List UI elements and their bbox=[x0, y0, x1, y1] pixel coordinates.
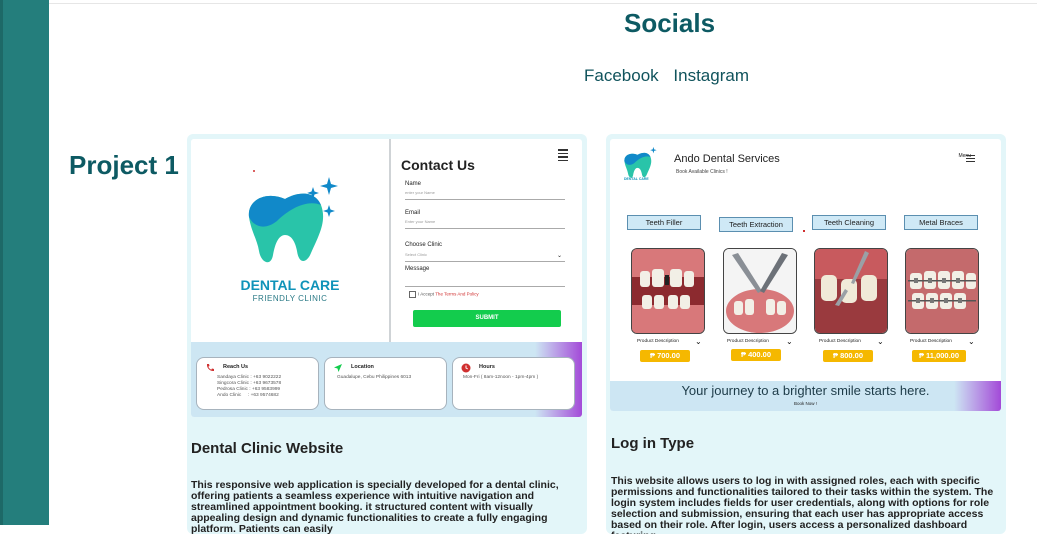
chevron-down-icon: ⌄ bbox=[557, 253, 563, 259]
side-band bbox=[0, 0, 49, 525]
teeth-extraction-image bbox=[723, 248, 797, 334]
dental-clinic-preview: DENTAL CARE FRIENDLY CLINIC Contact Us N… bbox=[191, 139, 582, 417]
price-badge: ₱ 800.00 bbox=[823, 350, 873, 362]
services-title: Ando Dental Services bbox=[674, 153, 780, 165]
brand-subtitle: FRIENDLY CLINIC bbox=[252, 294, 328, 303]
price-badge: ₱ 400.00 bbox=[731, 349, 781, 361]
dental-services-preview: DENTAL CARE Ando Dental Services Book Av… bbox=[610, 139, 1001, 411]
product-description: Product Description bbox=[637, 339, 679, 344]
reach-us-box: Reach Us Sandaya Clinic : +63 9022222 Si… bbox=[196, 357, 319, 410]
card-title: Log in Type bbox=[611, 435, 695, 452]
tab-teeth-extraction[interactable]: Teeth Extraction bbox=[719, 217, 793, 232]
red-dot bbox=[803, 230, 805, 232]
tab-teeth-filler[interactable]: Teeth Filler bbox=[627, 215, 701, 230]
instagram-link[interactable]: Instagram bbox=[673, 66, 749, 85]
price-badge: ₱ 700.00 bbox=[640, 350, 690, 362]
card-description: This website allows users to log in with… bbox=[611, 475, 994, 534]
facebook-link[interactable]: Facebook bbox=[584, 66, 659, 85]
phone-icon bbox=[206, 364, 214, 372]
promo-banner: Your journey to a brighter smile starts … bbox=[610, 381, 1001, 411]
name-field[interactable]: enter your Name bbox=[405, 190, 565, 200]
contact-form: Contact Us Name enter your Name Email En… bbox=[391, 139, 582, 342]
top-divider bbox=[49, 3, 1037, 4]
tab-metal-braces[interactable]: Metal Braces bbox=[904, 215, 978, 230]
location-title: Location bbox=[351, 364, 374, 370]
teeth-cleaning-image bbox=[814, 248, 888, 334]
product-description: Product Description bbox=[910, 339, 952, 344]
book-now-button[interactable]: Book Now ! bbox=[610, 401, 1001, 406]
reach-us-text: Sandaya Clinic : +63 9022222 Singcora Cl… bbox=[217, 375, 282, 398]
project-card-login-type[interactable]: DENTAL CARE Ando Dental Services Book Av… bbox=[606, 134, 1006, 534]
hours-text: Mon-Fri ( 8am-12noon - 1pm-4pm ) bbox=[463, 375, 539, 380]
brand-name: DENTAL CARE bbox=[240, 277, 340, 293]
product-description: Product Description bbox=[819, 339, 861, 344]
info-footer: Reach Us Sandaya Clinic : +63 9022222 Si… bbox=[191, 342, 582, 417]
terms-checkbox[interactable] bbox=[409, 291, 416, 298]
chevron-down-icon[interactable]: ⌄ bbox=[877, 337, 884, 346]
location-box: Location Guadalupe, Cebu Philippines 601… bbox=[324, 357, 447, 410]
hours-title: Hours bbox=[479, 364, 495, 370]
metal-braces-image bbox=[905, 248, 979, 334]
price-badge: ₱ 11,000.00 bbox=[912, 350, 966, 362]
chevron-down-icon[interactable]: ⌄ bbox=[695, 337, 702, 346]
teeth-filler-image bbox=[631, 248, 705, 334]
clinic-label: Choose Clinic bbox=[405, 242, 443, 248]
socials-links: Facebook Instagram bbox=[584, 66, 759, 86]
tab-teeth-cleaning[interactable]: Teeth Cleaning bbox=[812, 215, 886, 230]
clinic-select[interactable]: Select Clinic bbox=[405, 252, 565, 262]
name-label: Name bbox=[405, 181, 422, 187]
hamburger-menu-icon[interactable] bbox=[966, 155, 975, 164]
product-description: Product Description bbox=[727, 339, 769, 344]
reach-us-title: Reach Us bbox=[223, 364, 249, 370]
card-title: Dental Clinic Website bbox=[191, 440, 344, 457]
terms-prefix: I Accept bbox=[418, 291, 436, 297]
project-card-dental-clinic[interactable]: DENTAL CARE FRIENDLY CLINIC Contact Us N… bbox=[187, 134, 587, 534]
hamburger-menu-icon[interactable] bbox=[558, 149, 568, 163]
services-subtitle: Book Available Clinics ! bbox=[676, 169, 728, 175]
terms-link[interactable]: The Terms And Policy bbox=[435, 292, 478, 297]
location-arrow-icon bbox=[334, 364, 342, 372]
location-text: Guadalupe, Cebu Philippines 6013 bbox=[337, 375, 412, 380]
contact-title: Contact Us bbox=[401, 157, 475, 173]
chevron-down-icon[interactable]: ⌄ bbox=[786, 337, 793, 346]
card-description: This responsive web application is speci… bbox=[191, 479, 559, 534]
clock-icon bbox=[461, 363, 471, 373]
side-band-shade bbox=[0, 0, 3, 525]
chevron-down-icon[interactable]: ⌄ bbox=[968, 337, 975, 346]
terms-checkbox-row[interactable]: I Accept The Terms And Policy bbox=[409, 291, 479, 298]
message-label: Message bbox=[405, 266, 430, 272]
email-field[interactable]: Enter your Name bbox=[405, 219, 565, 229]
email-label: Email bbox=[405, 210, 421, 216]
small-brand-name: DENTAL CARE bbox=[624, 177, 649, 181]
banner-text: Your journey to a brighter smile starts … bbox=[681, 383, 930, 398]
message-field[interactable] bbox=[405, 277, 565, 287]
socials-title: Socials bbox=[624, 8, 716, 38]
tooth-logo-icon bbox=[248, 177, 338, 263]
red-dot bbox=[253, 170, 255, 172]
hours-box: Hours Mon-Fri ( 8am-12noon - 1pm-4pm ) bbox=[452, 357, 575, 410]
brand-panel: DENTAL CARE FRIENDLY CLINIC bbox=[191, 139, 389, 342]
submit-button[interactable]: SUBMIT bbox=[413, 310, 561, 327]
project-heading: Project 1 bbox=[69, 150, 179, 180]
